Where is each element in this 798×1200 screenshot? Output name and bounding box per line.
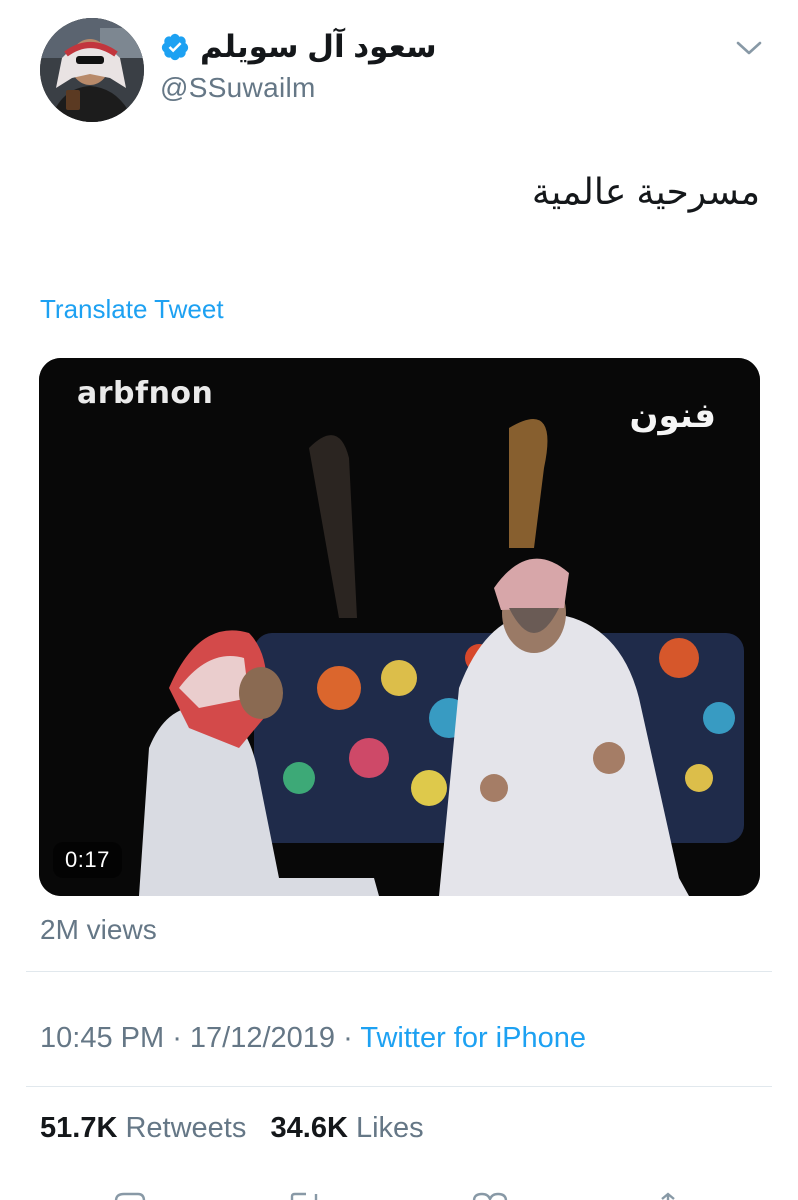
watermark-right: فنون	[629, 396, 716, 436]
views-count: 2M views	[40, 914, 157, 945]
video-duration-badge: 0:17	[53, 842, 122, 878]
video-thumbnail	[39, 358, 760, 896]
meta-separator: ·	[335, 1022, 361, 1054]
retweets-count: 51.7K	[40, 1112, 118, 1144]
tweet-source-link[interactable]: Twitter for iPhone	[360, 1022, 586, 1054]
retweet-icon[interactable]	[286, 1192, 326, 1200]
watermark-left: arbfnon	[77, 376, 214, 411]
author-handle: @SSuwailm	[160, 72, 316, 103]
meta-separator: ·	[164, 1022, 190, 1054]
like-icon[interactable]	[470, 1192, 510, 1200]
tweet-text: مسرحية عالمية	[531, 171, 760, 212]
tweet-time: 10:45 PM	[40, 1022, 165, 1054]
retweets-label: Retweets	[125, 1112, 247, 1144]
likes-count: 34.6K	[270, 1112, 348, 1144]
avatar[interactable]	[40, 18, 144, 122]
likes-stat[interactable]: 34.6K Likes	[271, 1112, 424, 1144]
share-icon[interactable]	[650, 1192, 686, 1200]
reply-icon[interactable]	[112, 1192, 148, 1200]
tweet-stats: 51.7K Retweets 34.6K Likes	[40, 1112, 424, 1145]
translate-tweet-link[interactable]: Translate Tweet	[40, 294, 224, 325]
name-row: سعود آل سويلم	[160, 28, 580, 66]
tweet-date: 17/12/2019	[189, 1022, 336, 1054]
video-player[interactable]: arbfnon فنون 0:17	[39, 358, 760, 896]
divider	[26, 971, 772, 972]
verified-badge-icon	[161, 33, 189, 61]
likes-label: Likes	[355, 1112, 424, 1144]
tweet-detail-page: سعود آل سويلم @SSuwailm مسرحية عالمية Tr…	[0, 0, 798, 1200]
display-name: سعود آل سويلم	[200, 29, 437, 64]
retweets-stat[interactable]: 51.7K Retweets	[40, 1112, 246, 1144]
avatar-image	[40, 18, 144, 122]
tweet-meta: 10:45 PM · 17/12/2019 · Twitter for iPho…	[40, 1022, 586, 1055]
chevron-down-icon[interactable]	[734, 36, 764, 60]
divider	[26, 1086, 772, 1087]
author-block[interactable]: سعود آل سويلم @SSuwailm	[160, 28, 580, 108]
